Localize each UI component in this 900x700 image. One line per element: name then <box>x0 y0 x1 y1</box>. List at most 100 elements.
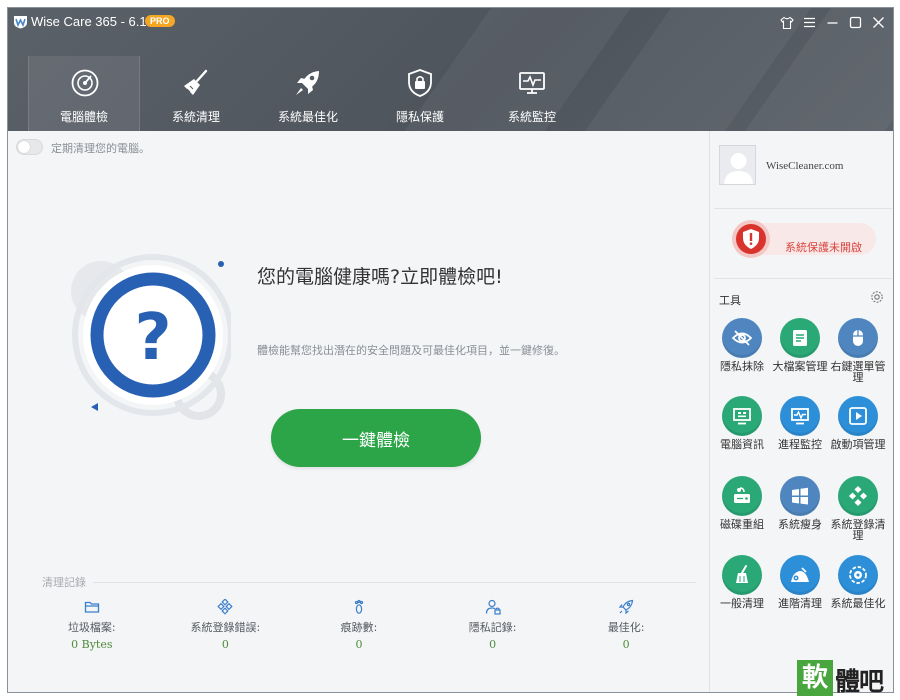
tool-label: 啟動項管理 <box>830 438 886 451</box>
tab-label: 系統最佳化 <box>277 110 338 124</box>
tool-label: 進程監控 <box>778 438 822 451</box>
tool-icon-bg <box>722 396 762 436</box>
mouse-icon <box>853 330 863 346</box>
tab-system-clean[interactable]: 系統清理 <box>140 56 252 131</box>
description: 體檢能幫您找出潛在的安全問題及可最佳化項目，並一鍵修復。 <box>257 344 565 357</box>
history-divider <box>93 582 696 583</box>
tool-icon-bg <box>722 555 762 595</box>
tool-icon-bg <box>780 318 820 358</box>
tool-icon-bg <box>838 476 878 516</box>
tool-process-monitor[interactable]: 進程監控 <box>771 396 829 450</box>
tool-startup-manager[interactable]: 啟動項管理 <box>829 396 887 450</box>
process-monitor-icon <box>791 408 809 425</box>
advanced-clean-icon <box>791 567 809 582</box>
computer-info-icon <box>733 408 751 425</box>
close-button[interactable] <box>870 14 887 31</box>
tool-system-slim[interactable]: 系統瘦身 <box>771 476 829 530</box>
tool-common-clean[interactable]: 一般清理 <box>713 555 771 609</box>
tool-label: 一般清理 <box>720 597 764 610</box>
watermark-box: 軟 <box>797 660 833 696</box>
tool-advanced-clean[interactable]: 進階清理 <box>771 555 829 609</box>
side-panel: WiseCleaner.com 系統保護未開啟 工具 隱私抹除 大檔案管理 右鍵… <box>709 131 893 692</box>
minimize-icon <box>827 22 838 24</box>
skin-button[interactable] <box>778 14 795 31</box>
stat-junk-files: 垃圾檔案: 0 Bytes <box>25 599 159 651</box>
gear-icon[interactable] <box>870 290 884 304</box>
title-bar[interactable]: Wise Care 365 - 6.1.2 PRO <box>8 8 893 36</box>
health-question-graphic: ? <box>71 254 231 420</box>
tshirt-icon <box>779 16 794 29</box>
tool-label: 大檔案管理 <box>772 360 828 373</box>
tab-privacy[interactable]: 隱私保護 <box>364 56 476 131</box>
stat-label: 系統登錄錯誤: <box>190 621 261 634</box>
health-check-icon <box>71 69 99 97</box>
monitor-icon <box>519 72 545 94</box>
tool-label: 隱私抹除 <box>720 360 764 373</box>
main-nav: 電腦體檢 系統清理 系統最佳化 隱私保護 系統監控 <box>28 56 588 131</box>
tab-label: 系統清理 <box>171 110 220 124</box>
shield-alert-icon <box>732 220 770 258</box>
minimize-button[interactable] <box>824 14 841 31</box>
stat-optimizations: 最佳化: 0 <box>559 599 693 651</box>
main-panel: 定期清理您的電腦。 ? 您的電腦健康嗎?立即體檢吧! 體檢能幫您找出潛在的安全問… <box>8 131 709 692</box>
headline: 您的電腦健康嗎?立即體檢吧! <box>257 266 503 288</box>
close-icon <box>873 17 884 28</box>
tool-label: 右鍵選單管理 <box>830 360 886 384</box>
stat-privacy-records: 隱私記錄: 0 <box>426 599 560 651</box>
eye-off-icon <box>731 330 753 346</box>
broom-icon <box>184 69 208 95</box>
tool-registry-clean[interactable]: 系統登錄清理 <box>829 476 887 541</box>
stat-value: 0 <box>622 638 630 651</box>
tool-label: 系統瘦身 <box>778 518 822 531</box>
startup-icon <box>849 407 867 425</box>
divider <box>714 278 892 279</box>
svg-text:?: ? <box>134 301 171 375</box>
tool-icon-bg <box>722 476 762 516</box>
user-privacy-icon <box>485 599 501 615</box>
large-file-icon <box>793 330 807 346</box>
tool-context-menu[interactable]: 右鍵選單管理 <box>829 318 887 383</box>
tool-privacy-eraser[interactable]: 隱私抹除 <box>713 318 771 372</box>
auto-clean-toggle[interactable] <box>16 139 43 155</box>
tools-title: 工具 <box>719 294 741 307</box>
protection-status-text: 系統保護未開啟 <box>785 241 862 254</box>
stat-traces: 痕跡數: 0 <box>292 599 426 651</box>
tool-computer-info[interactable]: 電腦資訊 <box>713 396 771 450</box>
tool-disk-defrag[interactable]: 磁碟重組 <box>713 476 771 530</box>
tool-label: 系統登錄清理 <box>830 518 886 542</box>
tab-health-check[interactable]: 電腦體檢 <box>28 56 140 131</box>
tab-label: 隱私保護 <box>395 110 444 124</box>
pro-badge: PRO <box>145 15 175 27</box>
tab-system-optimize[interactable]: 系統最佳化 <box>252 56 364 131</box>
tab-label: 電腦體檢 <box>59 110 108 124</box>
optimize-icon <box>849 566 867 584</box>
rocket-icon <box>296 71 319 95</box>
menu-button[interactable] <box>801 14 818 31</box>
tool-label: 電腦資訊 <box>720 438 764 451</box>
site-watermark: 軟 體吧 <box>797 660 897 698</box>
tool-icon-bg <box>838 318 878 358</box>
folder-icon <box>84 601 99 613</box>
registry-clean-icon <box>848 485 868 507</box>
tool-large-file[interactable]: 大檔案管理 <box>771 318 829 372</box>
stat-value: 0 <box>489 638 497 651</box>
one-click-check-button[interactable]: 一鍵體檢 <box>271 409 481 467</box>
lock-icon <box>408 69 432 97</box>
menu-icon <box>804 17 815 28</box>
avatar[interactable] <box>719 145 756 185</box>
stat-label: 痕跡數: <box>340 621 378 634</box>
disk-defrag-icon <box>734 487 750 503</box>
stat-label: 隱私記錄: <box>468 621 517 634</box>
stat-value: 0 Bytes <box>71 638 113 651</box>
cleanup-stats: 垃圾檔案: 0 Bytes 系統登錄錯誤: 0 痕跡數: 0 隱私記錄: 0 最… <box>25 599 693 651</box>
registry-icon <box>217 599 234 615</box>
tool-icon-bg <box>722 318 762 358</box>
maximize-button[interactable] <box>847 14 864 31</box>
maximize-icon <box>849 16 862 29</box>
tab-system-monitor[interactable]: 系統監控 <box>476 56 588 131</box>
tool-system-optimize[interactable]: 系統最佳化 <box>829 555 887 609</box>
app-title: Wise Care 365 - 6.1.2 <box>31 14 158 29</box>
stat-label: 最佳化: <box>607 621 645 634</box>
site-name[interactable]: WiseCleaner.com <box>766 160 843 172</box>
broom-tool-icon <box>736 565 748 583</box>
